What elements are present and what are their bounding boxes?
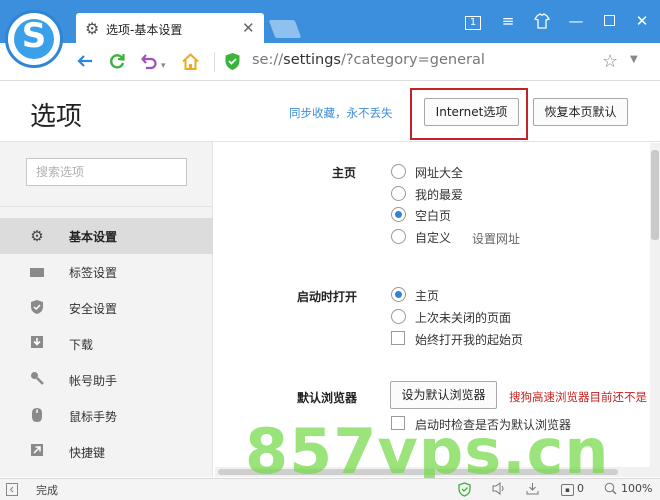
navigation-toolbar: ▾ se://settings/?category=general ☆ ▼ <box>0 43 660 81</box>
startup-label: 启动时打开 <box>297 290 358 304</box>
undo-icon[interactable] <box>140 51 158 74</box>
key-icon <box>28 371 46 389</box>
url-scheme: se:// <box>252 52 284 68</box>
browser-logo[interactable]: S <box>5 10 63 68</box>
vertical-scroll-thumb[interactable] <box>651 150 659 240</box>
tab-count-icon[interactable]: 1 <box>462 10 484 32</box>
shield-icon <box>28 299 46 317</box>
shortcut-icon <box>28 443 46 461</box>
new-tab-button[interactable] <box>268 20 302 38</box>
sidebar-item-tabs[interactable]: 标签设置 <box>0 254 213 290</box>
set-url-link[interactable]: 设置网址 <box>472 230 520 247</box>
restore-defaults-button[interactable]: 恢复本页默认 <box>533 98 628 126</box>
url-host: settings <box>283 52 341 68</box>
address-divider <box>214 52 215 72</box>
address-dropdown-icon[interactable]: ▼ <box>630 54 638 65</box>
mouse-icon <box>28 407 46 425</box>
checkbox[interactable] <box>391 331 405 345</box>
security-status-icon[interactable] <box>458 482 471 500</box>
secure-shield-icon <box>224 52 241 71</box>
sidebar-divider <box>0 206 213 207</box>
speaker-icon[interactable] <box>492 482 506 498</box>
download-icon <box>28 335 46 353</box>
sidebar-item-download[interactable]: 下载 <box>0 326 213 362</box>
zoom-icon[interactable] <box>604 482 617 498</box>
radio-button-selected[interactable] <box>391 207 406 222</box>
status-text: 完成 <box>36 484 58 497</box>
radio-button[interactable] <box>391 309 406 324</box>
sidebar: 搜索选项 ⚙ 基本设置 标签设置 安全设置 下载 帐号助手 鼠标手势 快捷键 <box>0 142 213 477</box>
radio-label: 主页 <box>415 289 440 303</box>
download-status-icon[interactable] <box>526 482 539 498</box>
skin-icon[interactable] <box>531 10 553 32</box>
sidebar-item-label: 标签设置 <box>69 266 118 280</box>
internet-options-button[interactable]: Internet选项 <box>424 98 519 126</box>
sidebar-item-gestures[interactable]: 鼠标手势 <box>0 398 213 434</box>
radio-button[interactable] <box>391 229 406 244</box>
radio-button[interactable] <box>391 164 406 179</box>
default-browser-warning: 搜狗高速浏览器目前还不是 <box>509 390 647 404</box>
maximize-icon[interactable] <box>598 10 620 32</box>
back-icon[interactable] <box>76 51 94 74</box>
active-tab[interactable]: ⚙ 选项-基本设置 ✕ <box>76 13 264 43</box>
title-bar: ⚙ 选项-基本设置 ✕ 1 ≡ — ✕ <box>0 0 660 43</box>
sidebar-item-label: 基本设置 <box>69 230 118 244</box>
radio-button-selected[interactable] <box>391 287 406 302</box>
sidebar-item-account[interactable]: 帐号助手 <box>0 362 213 398</box>
address-bar[interactable]: se://settings/?category=general <box>252 52 485 68</box>
zoom-level[interactable]: 100% <box>621 482 652 495</box>
page-title: 选项 <box>30 102 83 132</box>
gear-icon: ⚙ <box>85 19 100 38</box>
radio-label: 我的最爱 <box>415 188 464 202</box>
set-default-browser-button[interactable]: 设为默认浏览器 <box>390 381 497 409</box>
undo-dropdown-icon[interactable]: ▾ <box>161 56 166 76</box>
status-bar: 完成 ▪ 0 100% <box>0 478 660 500</box>
bookmark-star-icon[interactable]: ☆ <box>602 51 618 72</box>
refresh-icon[interactable] <box>108 51 126 74</box>
counter-icon[interactable]: ▪ <box>561 482 574 496</box>
home-icon[interactable] <box>181 51 200 75</box>
search-input[interactable]: 搜索选项 <box>26 158 187 186</box>
tab-title: 选项-基本设置 <box>106 23 183 37</box>
radio-label: 网址大全 <box>415 166 464 180</box>
sidebar-item-basic[interactable]: ⚙ 基本设置 <box>0 218 213 254</box>
default-browser-label: 默认浏览器 <box>297 391 358 405</box>
close-tab-icon[interactable]: ✕ <box>242 19 255 37</box>
minimize-icon[interactable]: — <box>565 10 587 32</box>
sidebar-item-label: 下载 <box>69 338 94 352</box>
homepage-label: 主页 <box>332 166 357 180</box>
sidebar-toggle-icon[interactable] <box>6 482 18 499</box>
url-rest: /?category=general <box>340 52 485 68</box>
sidebar-item-label: 鼠标手势 <box>69 410 118 424</box>
sidebar-item-label: 快捷键 <box>69 446 106 460</box>
radio-label: 上次未关闭的页面 <box>415 311 512 325</box>
page-header: 选项 同步收藏，永不丢失 Internet选项 恢复本页默认 <box>0 82 660 142</box>
checkbox-label: 始终打开我的起始页 <box>415 333 524 347</box>
logo-letter: S <box>21 16 47 56</box>
radio-label: 空白页 <box>415 209 452 223</box>
sidebar-item-label: 帐号助手 <box>69 374 118 388</box>
radio-label: 自定义 <box>415 231 452 245</box>
sidebar-item-shortcuts[interactable]: 快捷键 <box>0 434 213 470</box>
sidebar-item-security[interactable]: 安全设置 <box>0 290 213 326</box>
tab-icon <box>28 263 46 281</box>
counter-value: 0 <box>577 482 584 495</box>
radio-button[interactable] <box>391 186 406 201</box>
close-window-icon[interactable]: ✕ <box>631 10 653 32</box>
sidebar-item-label: 安全设置 <box>69 302 118 316</box>
sync-link[interactable]: 同步收藏，永不丢失 <box>289 105 393 121</box>
gear-icon: ⚙ <box>30 227 44 245</box>
menu-icon[interactable]: ≡ <box>497 10 519 32</box>
